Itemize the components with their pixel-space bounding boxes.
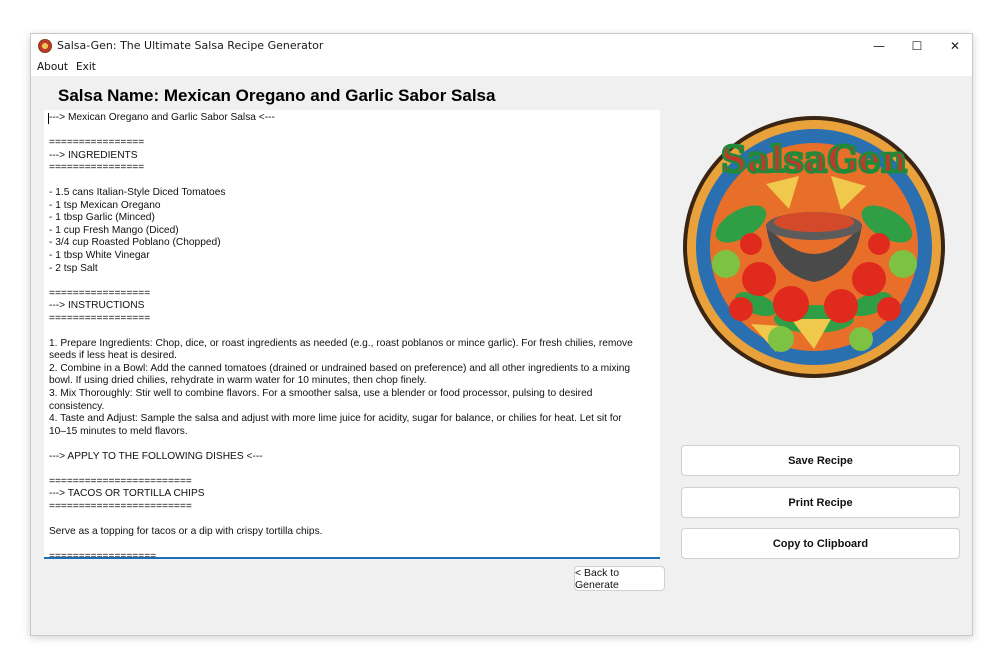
salsa-name-heading: Salsa Name: Mexican Oregano and Garlic S… xyxy=(58,86,496,105)
recipe-textbox[interactable]: ---> Mexican Oregano and Garlic Sabor Sa… xyxy=(44,110,660,559)
salsagen-logo: SalsaGen xyxy=(683,116,945,378)
salsa-app-icon xyxy=(38,39,52,53)
copy-to-clipboard-button[interactable]: Copy to Clipboard xyxy=(681,528,960,559)
print-recipe-button[interactable]: Print Recipe xyxy=(681,487,960,518)
save-recipe-button[interactable]: Save Recipe xyxy=(681,445,960,476)
menu-exit[interactable]: Exit xyxy=(76,61,96,73)
title-bar[interactable]: Salsa-Gen: The Ultimate Salsa Recipe Gen… xyxy=(31,34,972,58)
logo-text: SalsaGen xyxy=(721,139,907,181)
back-to-generate-button[interactable]: < Back to Generate xyxy=(574,566,665,591)
window-title: Salsa-Gen: The Ultimate Salsa Recipe Gen… xyxy=(57,39,324,52)
text-caret xyxy=(48,113,49,124)
app-window: Salsa-Gen: The Ultimate Salsa Recipe Gen… xyxy=(30,33,973,636)
minimize-icon[interactable]: — xyxy=(860,34,898,58)
recipe-text[interactable]: ---> Mexican Oregano and Garlic Sabor Sa… xyxy=(44,110,641,557)
close-icon[interactable]: ✕ xyxy=(936,34,974,58)
menu-about[interactable]: About xyxy=(37,61,68,73)
maximize-icon[interactable]: ☐ xyxy=(898,34,936,58)
menu-bar: About Exit xyxy=(31,58,972,76)
